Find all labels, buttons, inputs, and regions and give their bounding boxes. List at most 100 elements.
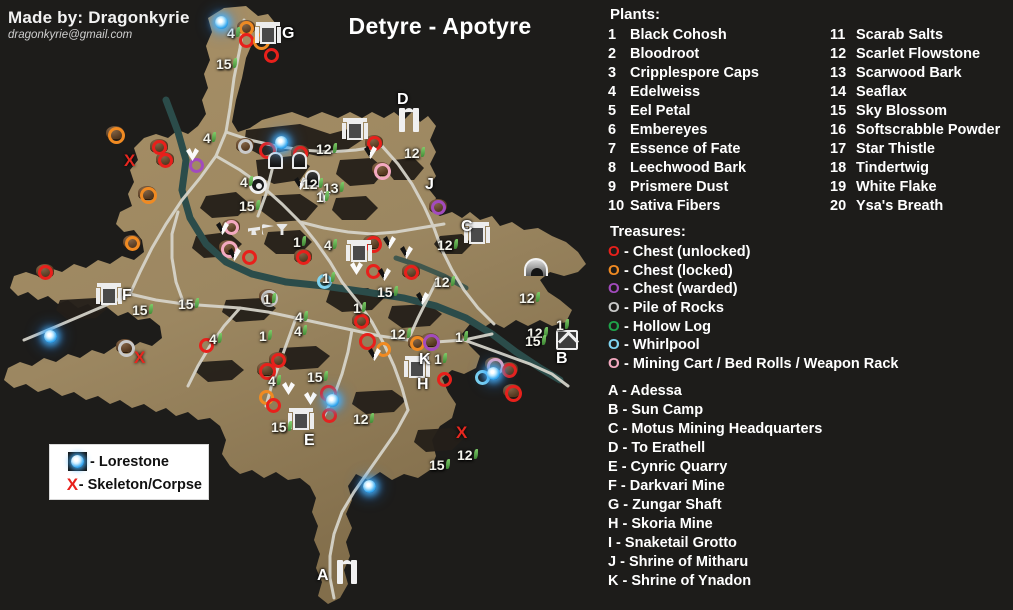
plant-node-number: 1 — [455, 329, 468, 345]
treasure-label-chest-unlocked: - Chest (unlocked) — [624, 244, 751, 261]
treasure-row-chest-warded: O- Chest (warded) — [608, 280, 1013, 299]
map-legend-box: - Lorestone X - Skeleton/Corpse — [49, 444, 209, 500]
lorestone-icon — [68, 452, 87, 471]
cave-icon-east[interactable] — [292, 152, 307, 169]
poi-icon-cynric-quarry[interactable] — [288, 408, 314, 430]
plant-name-left: Essence of Fate — [630, 141, 741, 157]
poi-letter-j: J — [425, 176, 434, 193]
poi-letter-d: D — [397, 91, 409, 108]
poi-icon-mine-north[interactable] — [342, 118, 368, 140]
treasure-marker[interactable] — [266, 398, 281, 413]
treasure-marker[interactable] — [431, 200, 446, 215]
treasure-marker[interactable] — [118, 340, 135, 357]
pile-of-rocks-icon: O — [608, 299, 620, 317]
plant-node-number: 15 — [429, 457, 450, 473]
plant-name-left: Embereyes — [630, 122, 708, 138]
author-email: dragonkyrie@gmail.com — [8, 29, 133, 41]
plant-number-left: 6 — [608, 122, 617, 138]
plant-node-number: 1 — [263, 291, 276, 307]
poi-icon-adessa[interactable] — [336, 560, 358, 584]
plant-node-number: 12 — [457, 447, 478, 463]
lorestone-marker[interactable] — [44, 330, 57, 343]
skeleton-marker: X — [134, 348, 146, 367]
treasure-marker[interactable] — [354, 314, 369, 329]
plant-number-right: 14 — [830, 84, 847, 100]
poi-letter-b: B — [556, 350, 568, 367]
map-pane[interactable]: Made by: Dragonkyrie dragonkyrie@gmail.c… — [0, 0, 600, 610]
treasure-marker[interactable] — [238, 139, 253, 154]
poi-icon-snaketail-grotto[interactable] — [524, 258, 548, 276]
plant-node-number: 15 — [525, 333, 546, 349]
poi-icon-sun-camp[interactable] — [556, 330, 578, 350]
treasure-marker[interactable] — [38, 265, 53, 280]
plant-node-number: 15 — [239, 198, 260, 214]
skeleton-marker: X — [124, 151, 136, 170]
plant-node-number: 12 — [316, 141, 337, 157]
chest-warded-icon: O — [608, 280, 620, 298]
treasure-row-pile-of-rocks: O- Pile of Rocks — [608, 299, 1013, 318]
treasure-marker[interactable] — [140, 187, 157, 204]
treasure-marker[interactable] — [374, 163, 391, 180]
plant-number-right: 17 — [830, 141, 847, 157]
treasure-marker[interactable] — [125, 236, 140, 251]
treasure-row-hollow-log: O- Hollow Log — [608, 317, 1013, 336]
plant-node-number: 4 — [268, 373, 281, 389]
plant-node-number: 4 — [209, 331, 222, 347]
lorestone-marker[interactable] — [487, 367, 500, 380]
treasure-marker[interactable] — [158, 153, 173, 168]
treasure-marker[interactable] — [264, 48, 279, 63]
treasure-marker[interactable] — [505, 385, 522, 402]
mining-cart-icon: O — [608, 354, 620, 372]
map-page: Made by: Dragonkyrie dragonkyrie@gmail.c… — [0, 0, 1013, 610]
lorestone-marker[interactable] — [275, 136, 288, 149]
poi-letter-k: K — [419, 351, 431, 368]
treasure-marker[interactable] — [359, 333, 376, 350]
treasure-marker[interactable] — [108, 127, 125, 144]
poi-icon-zungar-shaft[interactable] — [255, 22, 281, 44]
skeleton-x-icon: X — [66, 474, 79, 494]
poi-icon-darkvari-mine[interactable] — [96, 283, 122, 305]
lorestone-marker[interactable] — [363, 480, 376, 493]
treasure-marker[interactable] — [437, 372, 452, 387]
poi-icon-central-mine[interactable] — [346, 240, 372, 262]
location-row-b: B - Sun Camp — [608, 402, 704, 419]
plant-node-number: 4 — [227, 25, 240, 41]
poi-letter-g: G — [282, 25, 295, 42]
plant-node-number: 12 — [437, 237, 458, 253]
plant-node-number: 1 — [556, 317, 569, 333]
plant-node-number: 4 — [240, 174, 253, 190]
treasure-marker[interactable] — [502, 363, 517, 378]
plant-name-left: Sativa Fibers — [630, 198, 721, 214]
hollow-log-icon: O — [608, 317, 620, 335]
treasure-marker[interactable] — [189, 158, 204, 173]
plant-name-right: Seaflax — [856, 84, 907, 100]
lorestone-marker[interactable] — [326, 394, 339, 407]
plants-heading: Plants: — [610, 6, 661, 23]
plant-node-number: 1 — [316, 189, 329, 205]
treasure-label-whirlpool: - Whirlpool — [624, 337, 700, 354]
treasure-marker[interactable] — [423, 334, 440, 351]
plant-name-left: Cripplespore Caps — [630, 65, 759, 81]
plant-number-right: 13 — [830, 65, 847, 81]
poi-icon-to-erathell[interactable] — [398, 108, 420, 132]
plant-node-number: 1 — [293, 234, 306, 250]
plant-name-left: Eel Petal — [630, 103, 691, 119]
treasure-marker[interactable] — [242, 250, 257, 265]
treasure-row-whirlpool: O- Whirlpool — [608, 336, 1013, 355]
treasures-heading: Treasures: — [610, 223, 686, 240]
plant-node-number: 12 — [390, 326, 411, 342]
treasure-row-chest-unlocked: O- Chest (unlocked) — [608, 243, 1013, 262]
author-credit: Made by: Dragonkyrie dragonkyrie@gmail.c… — [8, 8, 190, 42]
treasure-marker[interactable] — [239, 33, 254, 48]
plant-number-left: 2 — [608, 46, 617, 62]
lorestone-marker[interactable] — [215, 16, 228, 29]
cave-icon-west[interactable] — [268, 152, 283, 169]
treasure-label-pile-of-rocks: - Pile of Rocks — [624, 300, 724, 317]
treasure-marker[interactable] — [322, 408, 337, 423]
treasure-marker[interactable] — [296, 250, 311, 265]
treasure-marker[interactable] — [404, 265, 419, 280]
page-title: Detyre - Apotyre — [348, 13, 532, 39]
skeleton-marker: X — [456, 423, 468, 442]
plant-number-left: 5 — [608, 103, 617, 119]
side-panel: Plants: 1 Black Cohosh 11 Scarab Salts 2 Bloo… — [600, 0, 1013, 610]
